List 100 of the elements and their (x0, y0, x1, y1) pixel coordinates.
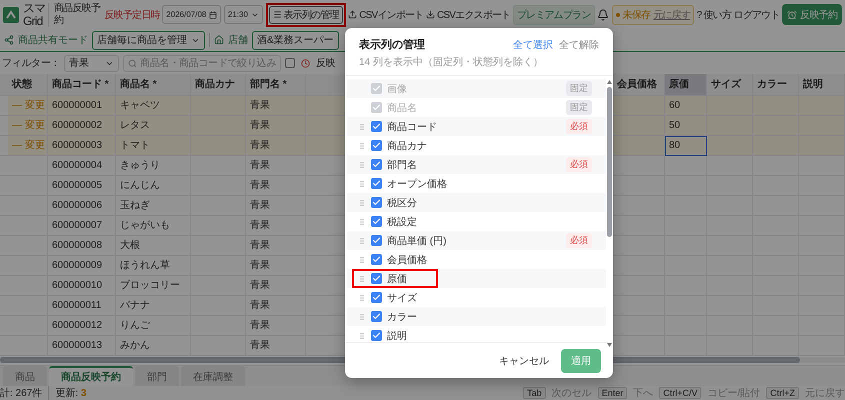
columns-button[interactable]: 表示列の管理 (268, 6, 343, 24)
table-cell: 600000006 (48, 196, 116, 216)
checkbox[interactable] (371, 216, 382, 227)
key-hint: Tab (523, 387, 546, 399)
table-cell (707, 96, 753, 116)
table-cell: 600000008 (48, 236, 116, 256)
undo-link[interactable]: 元に戻す (653, 8, 690, 22)
column-option-label: 説明 (387, 330, 407, 342)
fixed-badge: 固定 (566, 100, 592, 115)
table-cell[interactable]: 60 (665, 96, 707, 116)
select-all-link[interactable]: 全て選択 (513, 38, 553, 52)
checkbox[interactable] (371, 273, 382, 284)
table-cell: にんじん (116, 176, 191, 196)
table-cell: 青果 (246, 336, 306, 356)
table-cell: 青果 (246, 156, 306, 176)
clock-icon (301, 58, 310, 68)
checkbox[interactable] (371, 197, 382, 208)
drag-handle-icon[interactable] (358, 312, 366, 320)
sheet-tab[interactable]: 商品 (3, 366, 47, 386)
mode-select[interactable]: 店舗毎に商品を管理 (92, 30, 205, 50)
clock-icon (787, 10, 798, 20)
drag-handle-icon[interactable] (358, 274, 366, 282)
column-option-label: 会員価格 (387, 254, 427, 266)
bell-icon[interactable] (597, 8, 610, 21)
drag-handle-icon[interactable] (358, 218, 366, 226)
column-header: 部門名 * (246, 74, 306, 96)
table-cell: 青果 (246, 276, 306, 296)
key-action: 下へ (633, 387, 654, 400)
table-cell: 大根 (116, 236, 191, 256)
drag-handle-icon[interactable] (358, 256, 366, 264)
sheet-tab[interactable]: 在庫調整 (181, 366, 245, 386)
table-cell: バナナ (116, 296, 191, 316)
schedule-button[interactable]: 反映予約 (782, 4, 842, 26)
drag-handle-icon[interactable] (358, 332, 366, 340)
drag-handle-icon[interactable] (358, 294, 366, 302)
drag-handle-icon[interactable] (358, 122, 366, 130)
key-hint: Ctrl+C/V (659, 387, 702, 399)
table-cell: 600000013 (48, 336, 116, 356)
checkbox[interactable] (371, 178, 382, 189)
column-header: 状態 (8, 74, 48, 96)
store-select[interactable]: 酒&業務スーパー (252, 30, 339, 50)
table-cell: 青果 (246, 176, 306, 196)
time-select[interactable]: 21:30 (224, 5, 263, 24)
date-field[interactable]: 2026/07/08 (162, 5, 222, 24)
drag-handle-icon[interactable] (358, 198, 366, 206)
home-icon (214, 35, 224, 46)
checkbox[interactable] (371, 235, 382, 246)
scrollbar[interactable] (606, 79, 613, 349)
drag-handle-icon[interactable] (358, 236, 366, 244)
logo-text: スマ (23, 2, 46, 15)
table-cell[interactable]: 80 (665, 136, 707, 156)
dialog-title: 表示列の管理 (359, 38, 425, 52)
cancel-button[interactable]: キャンセル (499, 354, 549, 368)
column-option-label: 商品名 (387, 102, 417, 114)
drag-handle-icon[interactable] (358, 180, 366, 188)
table-cell: 600000005 (48, 176, 116, 196)
status-cell: — 変更 (8, 96, 48, 116)
calendar-icon[interactable] (209, 10, 218, 19)
table-cell: ほうれん草 (116, 256, 191, 276)
drag-handle-icon[interactable] (358, 142, 366, 150)
drag-handle-icon[interactable] (358, 160, 366, 168)
logout-link[interactable]: ログアウト (734, 8, 780, 22)
checkbox[interactable] (285, 58, 296, 68)
checkbox[interactable] (371, 311, 382, 322)
table-cell (707, 116, 753, 136)
category-select[interactable]: 青果 (64, 54, 120, 72)
table-cell: 玉ねぎ (116, 196, 191, 216)
table-cell: じゃがいも (116, 216, 191, 236)
table-cell (707, 156, 753, 176)
checkbox[interactable] (371, 292, 382, 303)
column-option-label: 商品カナ (387, 140, 427, 152)
table-cell: りんご (116, 316, 191, 336)
help-link[interactable]: ? 使い方 (696, 8, 732, 22)
table-cell (707, 136, 753, 156)
table-cell: 青果 (246, 216, 306, 236)
table-cell[interactable]: 50 (665, 116, 707, 136)
search-icon (128, 58, 138, 68)
clear-all-link[interactable]: 全て解除 (559, 38, 599, 52)
table-cell: 600000009 (48, 256, 116, 276)
checkbox[interactable] (371, 121, 382, 132)
table-cell: 600000012 (48, 316, 116, 336)
table-cell: 600000010 (48, 276, 116, 296)
table-cell: 青果 (246, 236, 306, 256)
column-header: サイズ (707, 74, 753, 96)
table-cell: レタス (116, 116, 191, 136)
checkbox[interactable] (371, 159, 382, 170)
download-icon (426, 10, 435, 20)
column-option-label: カラー (387, 310, 417, 324)
status-cell: — 変更 (8, 116, 48, 136)
sheet-tab[interactable]: 部門 (135, 366, 179, 386)
export-button[interactable]: CSVエクスポート (426, 8, 510, 22)
column-option-label: 原価 (387, 272, 407, 286)
checkbox[interactable] (371, 140, 382, 151)
checkbox[interactable] (371, 254, 382, 265)
table-cell: 600000003 (48, 136, 116, 156)
table-cell: 600000002 (48, 116, 116, 136)
sheet-tab[interactable]: 商品反映予約 (49, 366, 133, 386)
import-button[interactable]: CSVインポート (348, 8, 424, 22)
checkbox[interactable] (371, 330, 382, 341)
column-option-label: 税区分 (387, 196, 417, 210)
